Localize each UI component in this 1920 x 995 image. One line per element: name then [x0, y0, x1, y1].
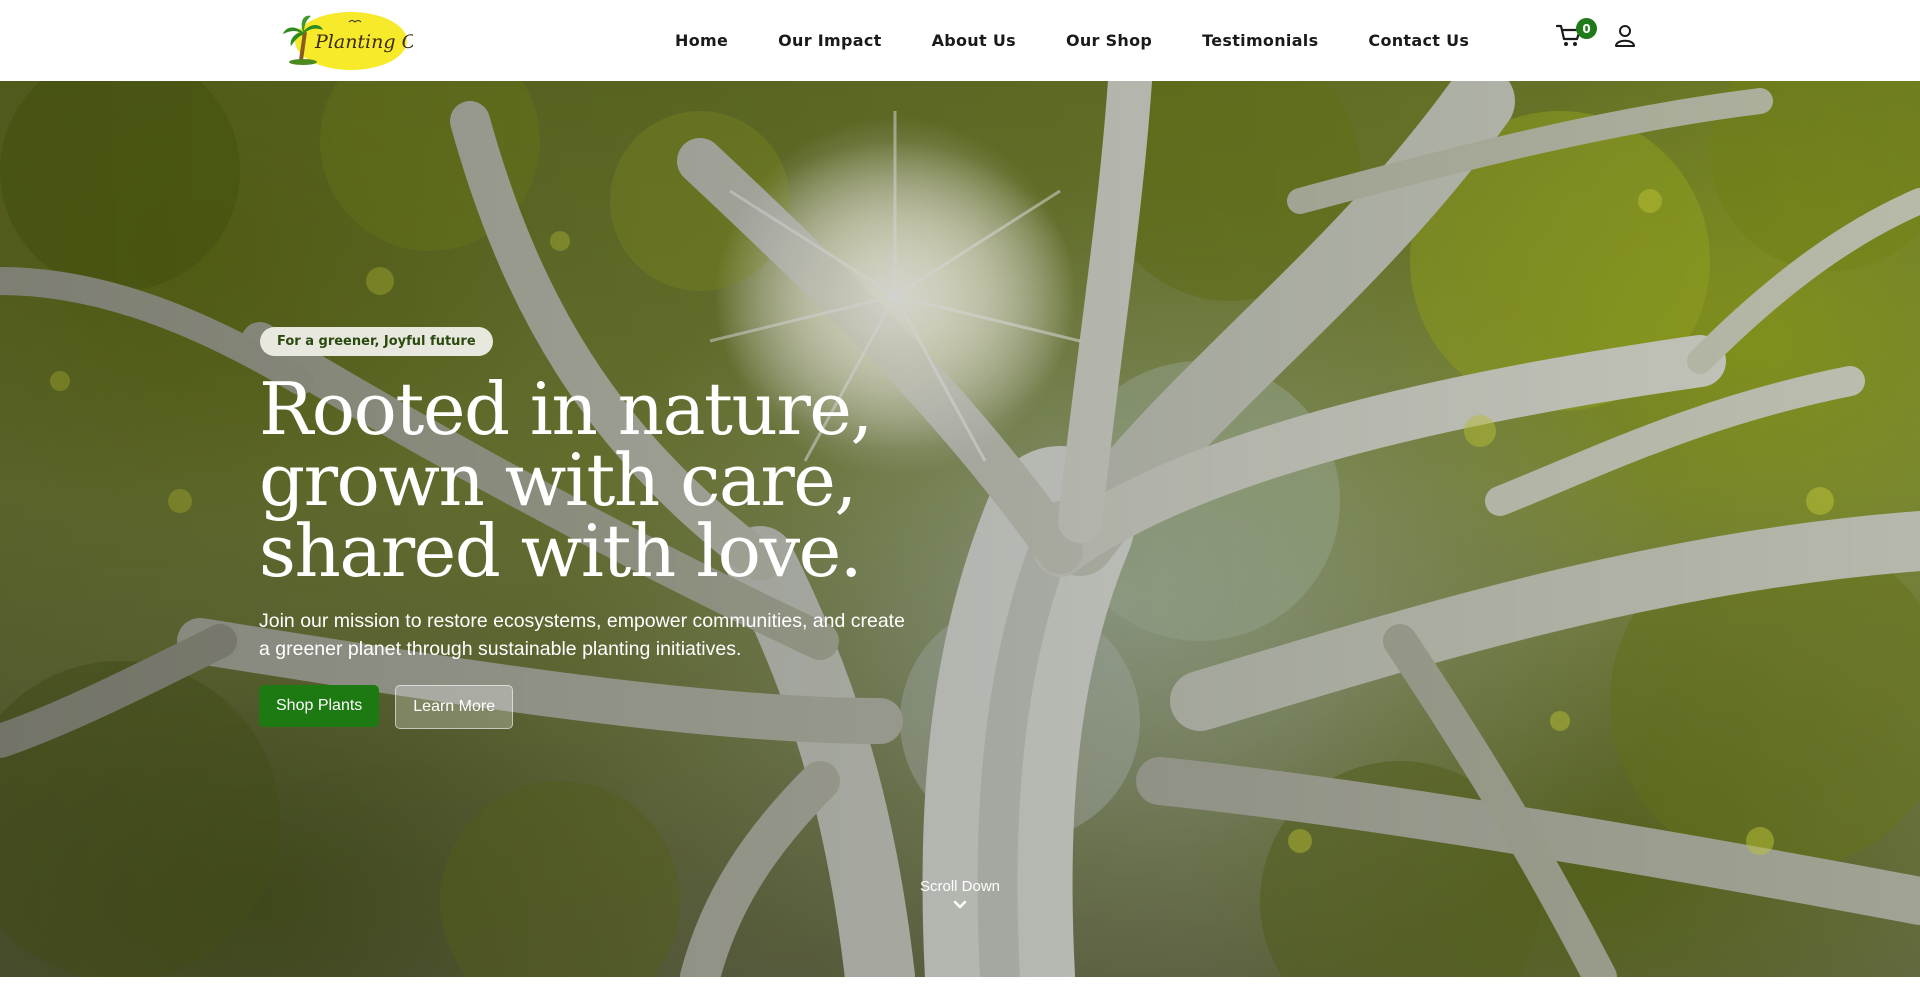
hero-tagline-badge: For a greener, Joyful future	[260, 327, 493, 356]
svg-text:Planting Co.: Planting Co.	[314, 31, 413, 53]
nav-home[interactable]: Home	[650, 31, 753, 50]
main-nav: Home Our Impact About Us Our Shop Testim…	[650, 0, 1494, 81]
hero-description: Join our mission to restore ecosystems, …	[259, 610, 905, 660]
hero-content: For a greener, Joyful future Rooted in n…	[259, 327, 979, 729]
site-header: Planting Co. Home Our Impact About Us Ou…	[0, 0, 1920, 81]
account-button[interactable]	[1614, 24, 1640, 54]
user-icon	[1615, 25, 1635, 47]
hero-heading: Rooted in nature, grown with care, share…	[259, 367, 873, 593]
header-actions: 0	[1555, 14, 1646, 64]
nav-our-impact[interactable]: Our Impact	[753, 31, 906, 50]
site-logo[interactable]: Planting Co.	[281, 8, 433, 72]
shop-plants-button[interactable]: Shop Plants	[259, 685, 380, 727]
cart-count-badge: 0	[1576, 18, 1597, 39]
nav-testimonials[interactable]: Testimonials	[1177, 31, 1343, 50]
scroll-down-label: Scroll Down	[919, 878, 1001, 895]
nav-contact-us[interactable]: Contact Us	[1343, 31, 1494, 50]
hero-section: For a greener, Joyful future Rooted in n…	[0, 81, 1920, 977]
cart-button[interactable]: 0	[1555, 18, 1597, 54]
hero-actions: Shop Plants Learn More	[259, 685, 979, 729]
nav-about-us[interactable]: About Us	[907, 31, 1041, 50]
scroll-down-link[interactable]: Scroll Down	[880, 878, 1040, 911]
learn-more-button[interactable]: Learn More	[395, 685, 514, 729]
chevron-down-icon	[953, 900, 967, 909]
nav-our-shop[interactable]: Our Shop	[1041, 31, 1177, 50]
